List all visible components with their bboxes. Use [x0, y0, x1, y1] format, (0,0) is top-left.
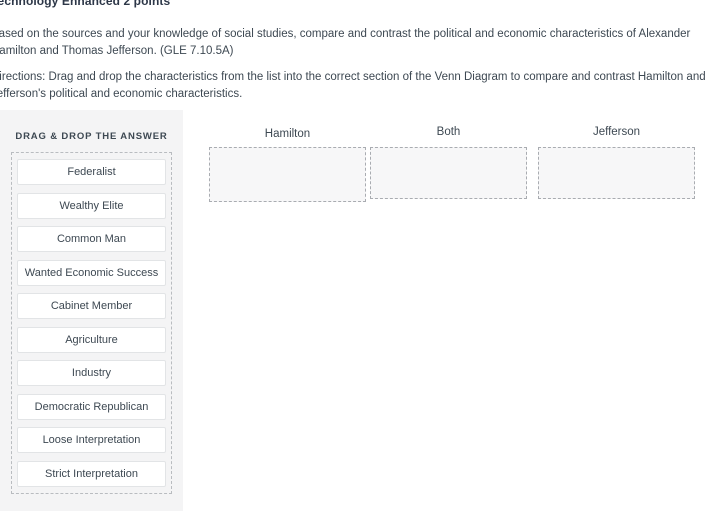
dropzone-column-both: Both	[370, 124, 527, 199]
dropzone-hamilton[interactable]	[209, 147, 366, 202]
drag-item[interactable]: Industry	[17, 360, 166, 386]
drag-drop-panel: DRAG & DROP THE ANSWER Federalist Wealth…	[0, 110, 183, 511]
dropzone-column-hamilton: Hamilton	[209, 124, 366, 202]
dropzone-column-jefferson: Jefferson	[538, 124, 695, 199]
question-title: Technology Enhanced 2 points	[0, 0, 708, 8]
drag-item[interactable]: Strict Interpretation	[17, 461, 166, 487]
drag-item[interactable]: Federalist	[17, 159, 166, 185]
dropzone-label-jefferson: Jefferson	[538, 124, 695, 139]
question-directions: Directions: Drag and drop the characteri…	[0, 60, 708, 103]
dropzone-jefferson[interactable]	[538, 147, 695, 199]
dropzone-both[interactable]	[370, 147, 527, 199]
drag-item[interactable]: Common Man	[17, 226, 166, 252]
question-prompt: Based on the sources and your knowledge …	[0, 26, 708, 60]
dropzone-label-both: Both	[370, 124, 527, 139]
dropzone-row: Hamilton Both Jefferson	[209, 124, 697, 204]
drag-drop-panel-title: DRAG & DROP THE ANSWER	[0, 110, 183, 143]
drag-item[interactable]: Agriculture	[17, 327, 166, 353]
prompt-block: Based on the sources and your knowledge …	[0, 26, 708, 103]
drag-item[interactable]: Wanted Economic Success	[17, 260, 166, 286]
drag-item[interactable]: Democratic Republican	[17, 394, 166, 420]
drag-items-container: Federalist Wealthy Elite Common Man Want…	[11, 152, 172, 494]
drag-item[interactable]: Cabinet Member	[17, 293, 166, 319]
drag-item[interactable]: Wealthy Elite	[17, 193, 166, 219]
drag-item[interactable]: Loose Interpretation	[17, 427, 166, 453]
question-header: Technology Enhanced 2 points	[0, 0, 708, 8]
dropzone-label-hamilton: Hamilton	[209, 124, 366, 141]
